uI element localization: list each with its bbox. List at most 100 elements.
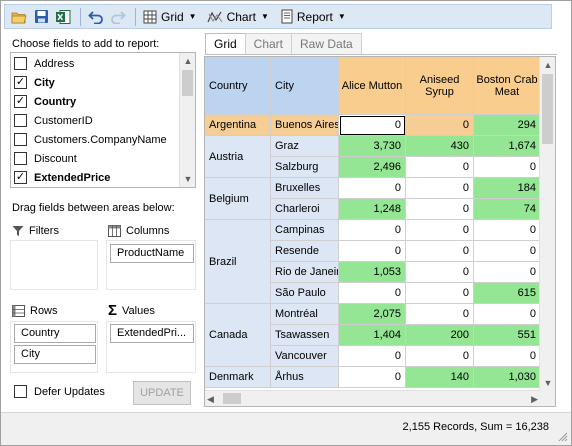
value-cell[interactable]: 0	[339, 346, 406, 367]
city-cell-bruxelles[interactable]: Bruxelles	[271, 178, 339, 199]
field-item-companyname[interactable]: Customers.CompanyName	[11, 130, 179, 149]
value-cell[interactable]: 430	[406, 136, 474, 157]
value-cell[interactable]: 0	[406, 220, 474, 241]
row-header-country[interactable]: Country	[205, 57, 271, 115]
chart-menu-button[interactable]: Chart ▼	[205, 7, 271, 27]
city-cell-charleroi[interactable]: Charleroi	[271, 199, 339, 220]
values-field-chip[interactable]: ExtendedPri...	[110, 324, 194, 343]
columns-drop-area[interactable]: ProductName	[106, 240, 196, 290]
value-cell[interactable]: 0	[474, 262, 541, 283]
field-checkbox[interactable]	[14, 133, 27, 146]
city-cell-a-rhus[interactable]: Århus	[271, 367, 339, 388]
value-cell[interactable]: 1,248	[339, 199, 406, 220]
field-list[interactable]: Address ✓ City ✓ Country CustomerID Cust…	[10, 52, 196, 188]
save-icon[interactable]	[31, 7, 51, 27]
value-cell[interactable]: 1,053	[339, 262, 406, 283]
value-cell[interactable]: 0	[474, 241, 541, 262]
field-checkbox[interactable]	[14, 57, 27, 70]
scroll-down-icon[interactable]: ▼	[540, 376, 555, 390]
value-cell[interactable]: 1,674	[474, 136, 541, 157]
field-item-city[interactable]: ✓ City	[11, 73, 179, 92]
value-cell[interactable]: 0	[406, 283, 474, 304]
value-cell[interactable]: 551	[474, 325, 541, 346]
scroll-down-icon[interactable]: ▼	[180, 172, 195, 186]
value-cell[interactable]: 0	[339, 241, 406, 262]
value-cell[interactable]: 74	[474, 199, 541, 220]
scroll-up-icon[interactable]: ▲	[540, 58, 555, 72]
value-cell[interactable]: 0	[339, 178, 406, 199]
value-cell[interactable]: 615	[474, 283, 541, 304]
field-checkbox[interactable]	[14, 152, 27, 165]
value-cell[interactable]: 294	[474, 115, 541, 136]
city-cell-tsawassen[interactable]: Tsawassen	[271, 325, 339, 346]
value-cell[interactable]: 0	[406, 262, 474, 283]
country-cell-denmark[interactable]: Denmark	[205, 367, 271, 388]
city-cell-resende[interactable]: Resende	[271, 241, 339, 262]
field-checkbox[interactable]: ✓	[14, 95, 27, 108]
field-item-discount[interactable]: Discount	[11, 149, 179, 168]
value-cell[interactable]: 0	[474, 346, 541, 367]
column-header-alice-mutton[interactable]: Alice Mutton	[339, 57, 406, 115]
country-cell-brazil[interactable]: Brazil	[205, 220, 271, 304]
city-cell-graz[interactable]: Graz	[271, 136, 339, 157]
scrollbar-thumb[interactable]	[223, 393, 241, 404]
value-cell[interactable]: 0	[406, 178, 474, 199]
city-cell-sa-o-paulo[interactable]: São Paulo	[271, 283, 339, 304]
value-cell[interactable]: 0	[339, 283, 406, 304]
field-item-customerid[interactable]: CustomerID	[11, 111, 179, 130]
columns-field-chip[interactable]: ProductName	[110, 244, 194, 263]
country-cell-argentina[interactable]: Argentina	[205, 115, 271, 136]
field-item-address[interactable]: Address	[11, 54, 179, 73]
grid-menu-button[interactable]: Grid ▼	[141, 7, 199, 27]
value-cell[interactable]: 200	[406, 325, 474, 346]
pivot-grid[interactable]: Country City Alice Mutton Aniseed Syrup …	[204, 56, 556, 407]
city-cell-rio-de-janeiro[interactable]: Rio de Janeiro	[271, 262, 339, 283]
scrollbar-thumb[interactable]	[542, 74, 553, 144]
field-item-extendedprice[interactable]: ✓ ExtendedPrice	[11, 168, 179, 187]
value-cell[interactable]: 3,730	[339, 136, 406, 157]
value-cell[interactable]: 1,404	[339, 325, 406, 346]
grid-horizontal-scrollbar[interactable]: ◀ ▶	[205, 390, 540, 406]
values-drop-area[interactable]: ExtendedPri...	[106, 321, 196, 373]
scroll-left-icon[interactable]: ◀	[207, 391, 221, 406]
tab-chart[interactable]: Chart	[244, 33, 293, 54]
value-cell[interactable]: 2,075	[339, 304, 406, 325]
column-header-aniseed-syrup[interactable]: Aniseed Syrup	[406, 57, 474, 115]
rows-field-chip-country[interactable]: Country	[14, 324, 96, 343]
country-cell-canada[interactable]: Canada	[205, 304, 271, 367]
update-button[interactable]: UPDATE	[133, 381, 191, 405]
grid-vertical-scrollbar[interactable]: ▲ ▼	[539, 57, 555, 391]
column-header-boston-crab-meat[interactable]: Boston Crab Meat	[474, 57, 541, 115]
city-cell-vancouver[interactable]: Vancouver	[271, 346, 339, 367]
scroll-up-icon[interactable]: ▲	[180, 54, 195, 68]
scrollbar-thumb[interactable]	[182, 70, 193, 96]
city-cell-buenos-aires[interactable]: Buenos Aires	[271, 115, 339, 136]
value-cell[interactable]: 0	[406, 157, 474, 178]
rows-field-chip-city[interactable]: City	[14, 345, 96, 364]
field-checkbox[interactable]	[14, 114, 27, 127]
resize-grip-icon[interactable]	[558, 432, 568, 442]
value-cell[interactable]: 0	[339, 115, 406, 136]
field-item-country[interactable]: ✓ Country	[11, 92, 179, 111]
value-cell[interactable]: 2,496	[339, 157, 406, 178]
defer-updates-toggle[interactable]: Defer Updates	[14, 385, 105, 398]
rows-drop-area[interactable]: Country City	[10, 321, 98, 373]
city-cell-salzburg[interactable]: Salzburg	[271, 157, 339, 178]
tab-grid[interactable]: Grid	[205, 33, 246, 55]
value-cell[interactable]: 0	[474, 220, 541, 241]
defer-updates-checkbox[interactable]	[14, 385, 27, 398]
city-cell-campinas[interactable]: Campinas	[271, 220, 339, 241]
value-cell[interactable]: 0	[406, 115, 474, 136]
country-cell-austria[interactable]: Austria	[205, 136, 271, 178]
value-cell[interactable]: 0	[406, 199, 474, 220]
scroll-right-icon[interactable]: ▶	[524, 391, 538, 406]
value-cell[interactable]: 0	[474, 157, 541, 178]
city-cell-montre-al[interactable]: Montréal	[271, 304, 339, 325]
value-cell[interactable]: 0	[406, 304, 474, 325]
value-cell[interactable]: 0	[339, 220, 406, 241]
excel-export-icon[interactable]	[53, 7, 73, 27]
value-cell[interactable]: 0	[474, 304, 541, 325]
report-menu-button[interactable]: Report ▼	[279, 7, 348, 27]
row-header-city[interactable]: City	[271, 57, 339, 115]
redo-icon[interactable]	[108, 7, 128, 27]
